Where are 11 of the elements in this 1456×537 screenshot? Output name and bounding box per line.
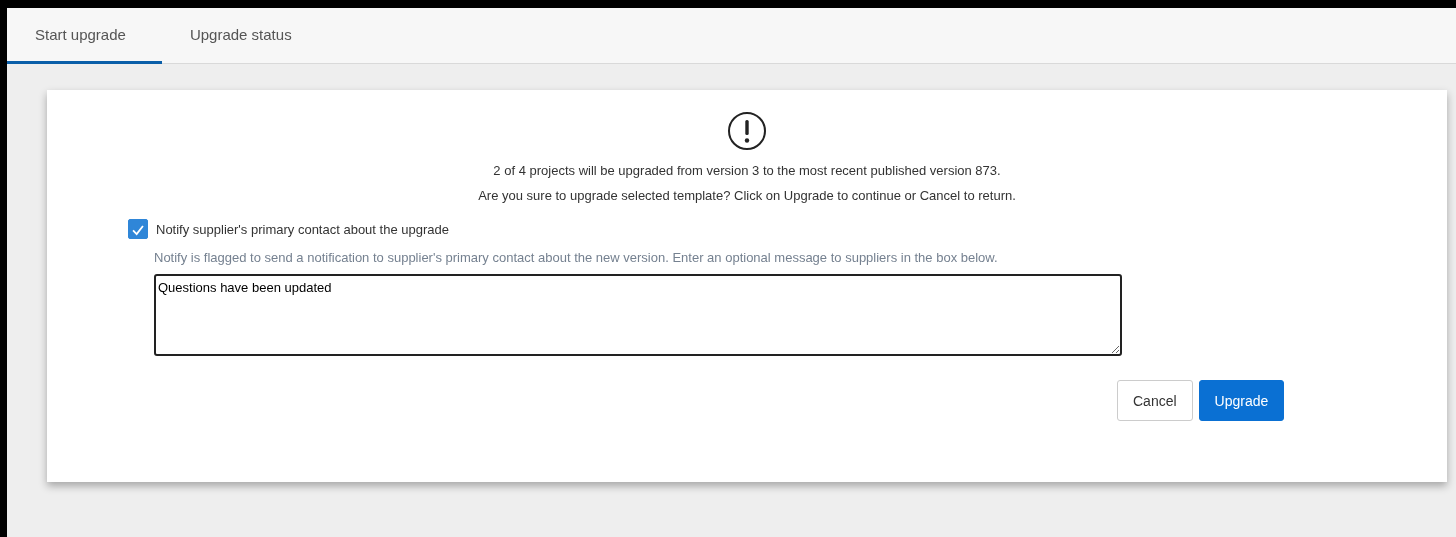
message-text: Are you sure to upgrade selected template? Click on Upgrade to continue or Cancel to return. (478, 188, 1016, 204)
cancel-button[interactable]: Cancel (1117, 380, 1193, 421)
message-field[interactable]: Questions have been updated (154, 274, 1122, 356)
hint-text: Notify is flagged to send a notification to supplier's primary contact about the new version. Enter an optional message to suppliers in the box below. (154, 250, 999, 265)
tab[interactable]: Start upgrade (7, 8, 162, 64)
checkbox-label[interactable]: Notify supplier's primary contact about the upgrade (156, 221, 449, 237)
upgrade-button[interactable]: Upgrade (1198, 380, 1285, 421)
message-text: 2 of 4 projects will be upgraded from version 3 to the most recent published version 873. (493, 163, 1001, 179)
checkbox[interactable] (128, 219, 148, 239)
exclamation-icon (727, 111, 767, 151)
tab[interactable]: Upgrade status (161, 8, 320, 64)
